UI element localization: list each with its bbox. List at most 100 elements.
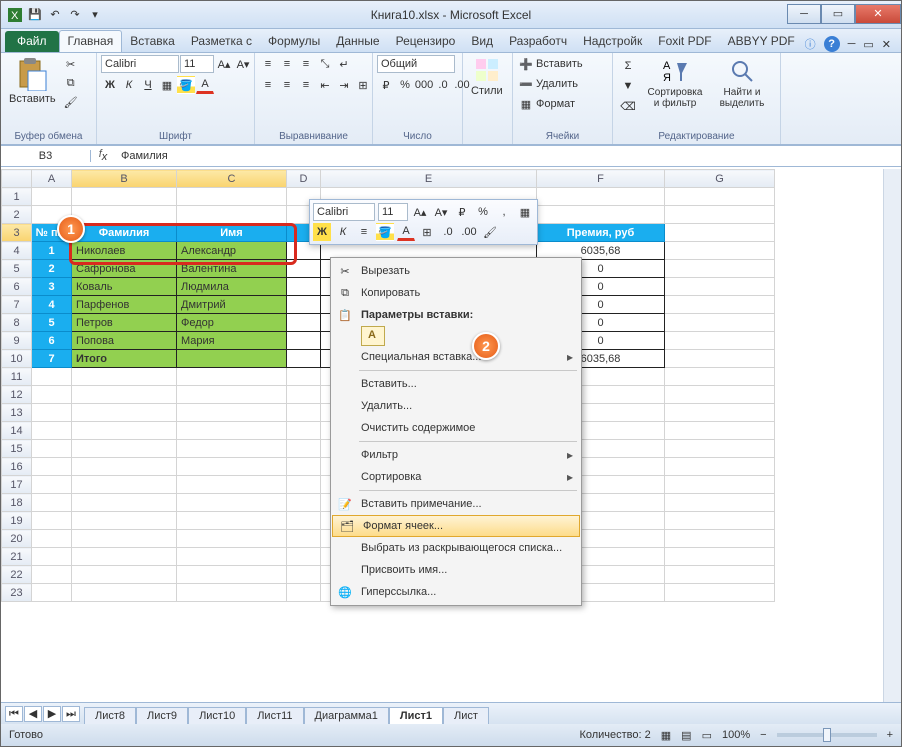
tab-data[interactable]: Данные	[328, 31, 387, 52]
paste-button[interactable]: Вставить	[5, 55, 60, 107]
mini-font-combo[interactable]: Calibri	[313, 203, 375, 221]
tab-layout[interactable]: Разметка с	[183, 31, 260, 52]
zoom-out-button[interactable]: −	[760, 729, 766, 741]
align-left-icon[interactable]: ≡	[259, 76, 277, 94]
tab-formulas[interactable]: Формулы	[260, 31, 328, 52]
ctx-filter[interactable]: Фильтр	[331, 444, 581, 466]
help-icon[interactable]: ?	[824, 36, 840, 52]
sheet-tab[interactable]: Лист	[443, 707, 489, 724]
tab-view[interactable]: Вид	[463, 31, 501, 52]
tab-developer[interactable]: Разработч	[501, 31, 575, 52]
row-header-3[interactable]: 3	[2, 224, 32, 242]
sheet-nav-prev[interactable]: ◀	[24, 706, 42, 722]
worksheet-grid[interactable]: A B C D E F G 1 2 3 № п/п Фамилия Имя Су…	[1, 169, 901, 702]
ctx-define-name[interactable]: Присвоить имя...	[331, 559, 581, 581]
tab-file[interactable]: Файл	[5, 31, 59, 52]
zoom-label[interactable]: 100%	[722, 729, 750, 741]
undo-icon[interactable]: ↶	[47, 7, 63, 23]
wrap-text-icon[interactable]: ↵	[335, 55, 353, 73]
save-icon[interactable]: 💾	[27, 7, 43, 23]
cell-header-name[interactable]: Имя	[177, 224, 287, 242]
fill-color-icon[interactable]: 🪣	[177, 76, 195, 94]
cell-header-fam[interactable]: Фамилия	[72, 224, 177, 242]
mini-size-combo[interactable]: 11	[378, 203, 408, 221]
orientation-icon[interactable]: ⤡	[316, 55, 334, 73]
tab-abbyy[interactable]: ABBYY PDF	[720, 31, 803, 52]
format-painter-icon[interactable]: 🖌	[62, 93, 80, 111]
align-bottom-icon[interactable]: ≡	[297, 55, 315, 73]
autosum-icon[interactable]: Σ	[619, 57, 637, 75]
shrink-font-icon[interactable]: A▾	[234, 55, 252, 73]
sheet-nav-next[interactable]: ▶	[43, 706, 61, 722]
align-middle-icon[interactable]: ≡	[278, 55, 296, 73]
sort-filter-button[interactable]: AЯ Сортировка и фильтр	[641, 55, 709, 111]
underline-button[interactable]: Ч	[139, 76, 157, 94]
font-face-combo[interactable]: Calibri	[101, 55, 179, 73]
paste-option-keep-formatting[interactable]	[361, 326, 385, 346]
merge-icon[interactable]: ⊞	[354, 76, 372, 94]
mini-fill-icon[interactable]: 🪣	[376, 223, 394, 241]
tab-foxit[interactable]: Foxit PDF	[650, 31, 719, 52]
col-header-D[interactable]: D	[287, 170, 321, 188]
row-header-2[interactable]: 2	[2, 206, 32, 224]
bold-button[interactable]: Ж	[101, 76, 119, 94]
col-header-G[interactable]: G	[665, 170, 775, 188]
sheet-tab[interactable]: Лист11	[246, 707, 303, 724]
tab-addins[interactable]: Надстройк	[575, 31, 650, 52]
mini-comma-icon[interactable]: ,	[495, 203, 513, 221]
col-header-B[interactable]: B	[72, 170, 177, 188]
cut-icon[interactable]: ✂	[62, 55, 80, 73]
close-button[interactable]: ✕	[855, 4, 901, 24]
sheet-tab[interactable]: Лист10	[188, 707, 246, 724]
col-header-E[interactable]: E	[321, 170, 537, 188]
sheet-nav-first[interactable]: ⏮	[5, 706, 23, 722]
sheet-tab[interactable]: Лист8	[84, 707, 136, 724]
align-right-icon[interactable]: ≡	[297, 76, 315, 94]
vertical-scrollbar[interactable]	[883, 169, 901, 702]
minimize-ribbon-icon[interactable]: ⓘ	[805, 36, 816, 52]
name-box[interactable]: B3	[1, 150, 91, 162]
mini-font-color-icon[interactable]: A	[397, 223, 415, 241]
minimize-button[interactable]: ─	[787, 4, 821, 24]
cells-delete-button[interactable]: ➖Удалить	[517, 75, 578, 93]
zoom-slider[interactable]	[777, 733, 877, 737]
ctx-copy[interactable]: ⧉Копировать	[331, 282, 581, 304]
number-format-combo[interactable]: Общий	[377, 55, 455, 73]
fill-icon[interactable]: ▼	[619, 77, 637, 95]
mdi-close-icon[interactable]: ✕	[882, 38, 891, 51]
indent-inc-icon[interactable]: ⇥	[335, 76, 353, 94]
indent-dec-icon[interactable]: ⇤	[316, 76, 334, 94]
ctx-comment[interactable]: 📝Вставить примечание...	[331, 493, 581, 515]
italic-button[interactable]: К	[120, 76, 138, 94]
zoom-in-button[interactable]: +	[887, 729, 893, 741]
mini-italic-button[interactable]: К	[334, 223, 352, 241]
select-all-corner[interactable]	[2, 170, 32, 188]
sheet-tab[interactable]: Лист9	[136, 707, 188, 724]
ctx-format-cells[interactable]: 🗂Формат ячеек...	[332, 515, 580, 537]
font-color-icon[interactable]: A	[196, 76, 214, 94]
mini-merge-icon[interactable]: ⊞	[418, 223, 436, 241]
sheet-tab[interactable]: Диаграмма1	[304, 707, 389, 724]
ctx-cut[interactable]: ✂Вырезать	[331, 260, 581, 282]
ctx-paste-special[interactable]: Специальная вставка...	[331, 346, 581, 368]
cells-insert-button[interactable]: ➕Вставить	[517, 55, 583, 73]
ctx-insert[interactable]: Вставить...	[331, 373, 581, 395]
grow-font-icon[interactable]: A▴	[215, 55, 233, 73]
ctx-delete[interactable]: Удалить...	[331, 395, 581, 417]
sheet-tab-active[interactable]: Лист1	[389, 707, 443, 724]
font-size-combo[interactable]: 11	[180, 55, 214, 73]
mini-border-icon[interactable]: ▦	[516, 203, 534, 221]
align-top-icon[interactable]: ≡	[259, 55, 277, 73]
cell-header-prem[interactable]: Премия, руб	[537, 224, 665, 242]
formula-bar[interactable]: Фамилия	[115, 150, 901, 162]
mini-currency-icon[interactable]: ₽	[453, 203, 471, 221]
fx-icon[interactable]: fx	[91, 148, 115, 163]
cells-format-button[interactable]: ▦Формат	[517, 95, 575, 113]
clear-icon[interactable]: ⌫	[619, 97, 637, 115]
percent-icon[interactable]: %	[396, 76, 414, 94]
maximize-button[interactable]: ▭	[821, 4, 855, 24]
comma-icon[interactable]: 000	[415, 76, 433, 94]
mini-bold-button[interactable]: Ж	[313, 223, 331, 241]
find-select-button[interactable]: Найти и выделить	[711, 55, 773, 111]
copy-icon[interactable]: ⧉	[62, 74, 80, 92]
